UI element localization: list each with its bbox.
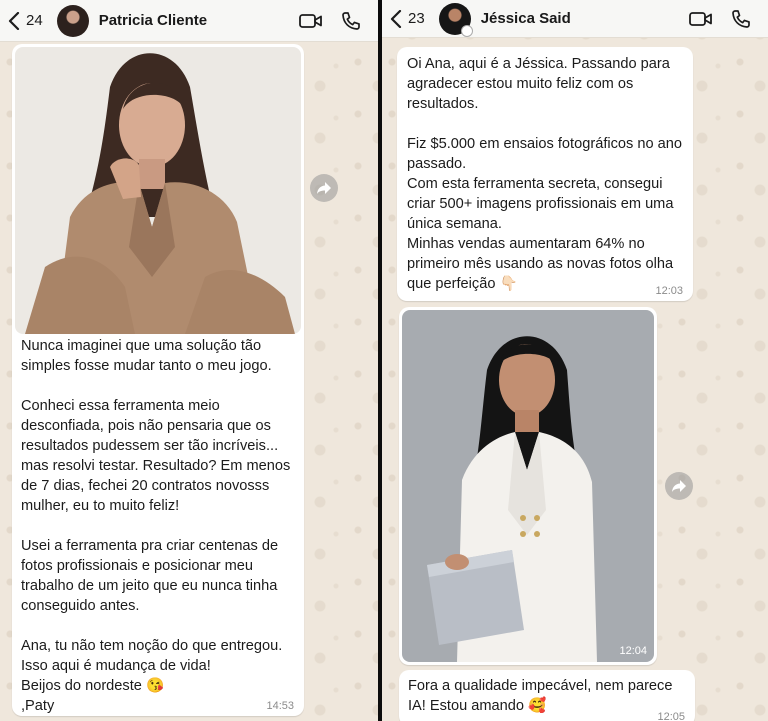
unread-count: 24 [26,12,43,29]
message-time: 12:03 [655,285,683,297]
photo-time: 12:04 [619,645,647,657]
phone-call-button[interactable] [338,10,364,32]
photo-attachment[interactable] [402,310,654,662]
forward-button[interactable] [665,472,693,500]
chat-header: 23 Jéssica Said [382,0,768,38]
phone-call-icon [732,9,750,28]
chat-screen-patricia: 24 Patricia Cliente Nunca imaginei que u… [0,0,378,721]
woman-in-white-suit-image [402,310,654,662]
video-call-icon [299,13,322,28]
message-text: Fora a qualidade impecável, nem parece I… [408,678,673,714]
back-button[interactable]: 24 [8,11,43,30]
message-text: Nunca imaginei que uma solução tão simpl… [21,338,291,714]
avatar[interactable] [438,2,473,37]
phone-call-icon [342,11,360,30]
contact-name[interactable]: Jéssica Said [481,10,688,27]
status-icon [460,24,473,37]
forward-icon [317,182,331,194]
screenshot-collage: 24 Patricia Cliente Nunca imaginei que u… [0,0,768,721]
phone-call-button[interactable] [728,8,754,30]
video-call-button[interactable] [298,10,324,32]
back-chevron-icon [390,9,402,28]
photo-message-bubble[interactable]: 12:04 [399,307,657,665]
forward-icon [672,480,686,492]
chat-screen-jessica: 23 Jéssica Said Oi Ana, aqui é a Jéssica… [382,0,768,721]
woman-in-beige-suit-image [15,47,301,334]
message-time: 14:53 [266,700,294,712]
contact-name[interactable]: Patricia Cliente [99,12,298,29]
avatar[interactable] [56,4,89,37]
message-time: 12:05 [657,711,685,721]
unread-count: 23 [408,10,425,27]
message-bubble[interactable]: Fora a qualidade impecável, nem parece I… [399,670,695,721]
message-text: Oi Ana, aqui é a Jéssica. Passando para … [407,56,683,292]
back-chevron-icon [8,11,20,30]
message-bubble[interactable]: Oi Ana, aqui é a Jéssica. Passando para … [397,47,693,301]
video-call-button[interactable] [688,8,714,30]
chat-header: 24 Patricia Cliente [0,0,378,42]
forward-button[interactable] [310,174,338,202]
message-bubble[interactable]: Nunca imaginei que uma solução tão simpl… [12,44,304,716]
back-button[interactable]: 23 [390,9,425,28]
photo-attachment[interactable] [15,47,301,334]
video-call-icon [689,11,712,26]
